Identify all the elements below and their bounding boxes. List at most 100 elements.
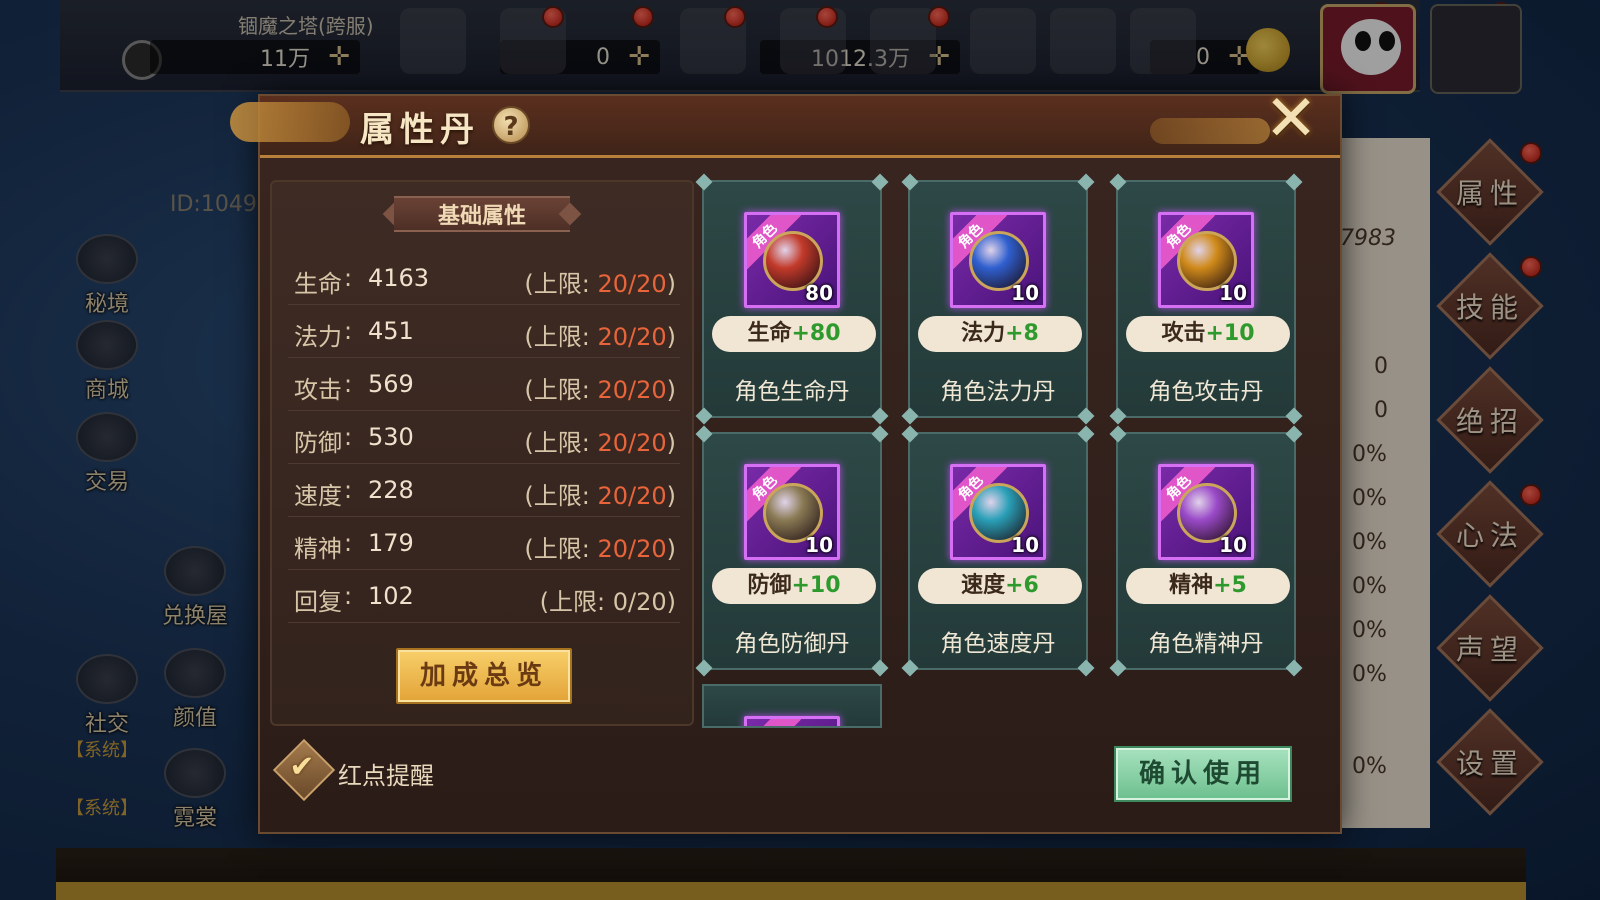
pill-item-icon: 角色 80 <box>744 212 840 308</box>
item-bonus: 生命+80 <box>712 316 876 352</box>
cap-prefix: (上限: <box>524 429 590 457</box>
dialog-title: 属性丹 <box>360 110 480 150</box>
stat-row: 防御:530 (上限: 20/20) <box>288 411 680 464</box>
item-card-partial[interactable]: 角色 <box>702 684 882 728</box>
stat-cap: (上限: 20/20) <box>524 317 676 352</box>
header-cloud-ornament <box>230 102 350 142</box>
pill-item-icon: 角色 10 <box>950 212 1046 308</box>
cap-prefix: (上限: <box>539 588 606 616</box>
red-dot-reminder-checkbox[interactable] <box>272 738 336 802</box>
item-name: 角色速度丹 <box>940 631 1056 657</box>
stat-name: 法力 <box>294 323 342 351</box>
header-cloud-ornament <box>1150 118 1270 144</box>
stat-colon: : <box>344 423 353 451</box>
cap-suffix: ) <box>666 270 676 298</box>
cap-value: 20/20 <box>597 270 667 298</box>
bonus-overview-button[interactable]: 加成总览 <box>396 648 572 704</box>
item-card[interactable]: 角色 80 生命+80 角色生命丹 <box>695 173 889 425</box>
bonus-value: +8 <box>1005 321 1039 346</box>
stat-cap: (上限: 20/20) <box>524 529 676 564</box>
stat-row: 回复:102 (上限: 0/20) <box>288 570 680 623</box>
section-title: 基础属性 <box>437 204 526 229</box>
item-count: 10 <box>805 533 833 557</box>
pill-item-icon: 角色 10 <box>1158 212 1254 308</box>
stat-name: 回复 <box>294 588 342 616</box>
base-attributes-header: 基础属性 <box>382 194 582 234</box>
pill-item-icon: 角色 10 <box>744 464 840 560</box>
stat-name: 速度 <box>294 482 342 510</box>
stat-row: 生命:4163 (上限: 20/20) <box>288 252 680 305</box>
item-card[interactable]: 角色 10 攻击+10 角色攻击丹 <box>1109 173 1303 425</box>
item-bonus: 法力+8 <box>918 316 1082 352</box>
bonus-value: +10 <box>791 573 841 598</box>
help-icon[interactable]: ? <box>492 106 530 144</box>
item-card[interactable]: 角色 10 速度+6 角色速度丹 <box>901 425 1095 677</box>
pill-item-icon: 角色 <box>744 716 840 726</box>
item-bonus: 速度+6 <box>918 568 1082 604</box>
item-count: 10 <box>1219 533 1247 557</box>
item-name: 角色法力丹 <box>940 379 1056 405</box>
stat-name: 精神 <box>294 535 342 563</box>
stat-colon: : <box>344 476 353 504</box>
item-card[interactable]: 角色 10 法力+8 角色法力丹 <box>901 173 1095 425</box>
item-name: 角色生命丹 <box>734 379 850 405</box>
stat-colon: : <box>344 317 353 345</box>
stat-cap: (上限: 20/20) <box>524 476 676 511</box>
bonus-value: +10 <box>1205 321 1255 346</box>
stat-cap: (上限: 20/20) <box>524 264 676 299</box>
stat-row: 速度:228 (上限: 20/20) <box>288 464 680 517</box>
cap-suffix: ) <box>666 429 676 457</box>
pill-item-icon: 角色 10 <box>1158 464 1254 560</box>
stat-cap: (上限: 20/20) <box>524 370 676 405</box>
bonus-value: +80 <box>791 321 841 346</box>
item-bonus: 防御+10 <box>712 568 876 604</box>
item-name: 角色精神丹 <box>1148 631 1264 657</box>
bonus-label: 生命 <box>747 321 792 346</box>
stat-row: 攻击:569 (上限: 20/20) <box>288 358 680 411</box>
bonus-label: 速度 <box>961 573 1006 598</box>
dialog-header: 属性丹 ? ✕ <box>230 87 1340 158</box>
bonus-value: +5 <box>1213 573 1247 598</box>
bonus-label: 攻击 <box>1161 321 1206 346</box>
item-name: 角色攻击丹 <box>1148 379 1264 405</box>
stat-value: 530 <box>368 423 414 451</box>
stat-value: 451 <box>368 317 414 345</box>
cap-suffix: ) <box>666 376 676 404</box>
stat-colon: : <box>344 370 353 398</box>
bonus-label: 法力 <box>961 321 1006 346</box>
item-count: 10 <box>1011 533 1039 557</box>
item-name: 角色防御丹 <box>734 631 850 657</box>
item-bonus: 攻击+10 <box>1126 316 1290 352</box>
stat-name: 生命 <box>294 270 342 298</box>
stat-colon: : <box>344 264 353 292</box>
item-count: 80 <box>805 281 833 305</box>
stat-value: 569 <box>368 370 414 398</box>
item-count: 10 <box>1219 281 1247 305</box>
stat-name: 攻击 <box>294 376 342 404</box>
close-icon[interactable]: ✕ <box>1260 87 1322 151</box>
cap-value: 20/20 <box>597 535 667 563</box>
cap-value: 0/20 <box>612 588 667 616</box>
pill-item-icon: 角色 10 <box>950 464 1046 560</box>
cap-value: 20/20 <box>597 482 667 510</box>
confirm-use-button[interactable]: 确认使用 <box>1114 746 1292 802</box>
stat-value: 4163 <box>368 264 430 292</box>
cap-prefix: (上限: <box>524 323 590 351</box>
item-bonus: 精神+5 <box>1126 568 1290 604</box>
cap-prefix: (上限: <box>524 270 590 298</box>
cap-suffix: ) <box>666 482 676 510</box>
stat-value: 102 <box>368 582 414 610</box>
item-ribbon: 角色 <box>747 719 802 726</box>
stat-cap: (上限: 20/20) <box>524 423 676 458</box>
stat-value: 179 <box>368 529 414 557</box>
stat-colon: : <box>344 582 353 610</box>
stat-row: 精神:179 (上限: 20/20) <box>288 517 680 570</box>
stat-row: 法力:451 (上限: 20/20) <box>288 305 680 358</box>
item-card[interactable]: 角色 10 防御+10 角色防御丹 <box>695 425 889 677</box>
red-dot-reminder-label: 红点提醒 <box>338 762 434 790</box>
cap-value: 20/20 <box>597 323 667 351</box>
bonus-label: 精神 <box>1169 573 1214 598</box>
stat-value: 228 <box>368 476 414 504</box>
bonus-value: +6 <box>1005 573 1039 598</box>
item-card[interactable]: 角色 10 精神+5 角色精神丹 <box>1109 425 1303 677</box>
